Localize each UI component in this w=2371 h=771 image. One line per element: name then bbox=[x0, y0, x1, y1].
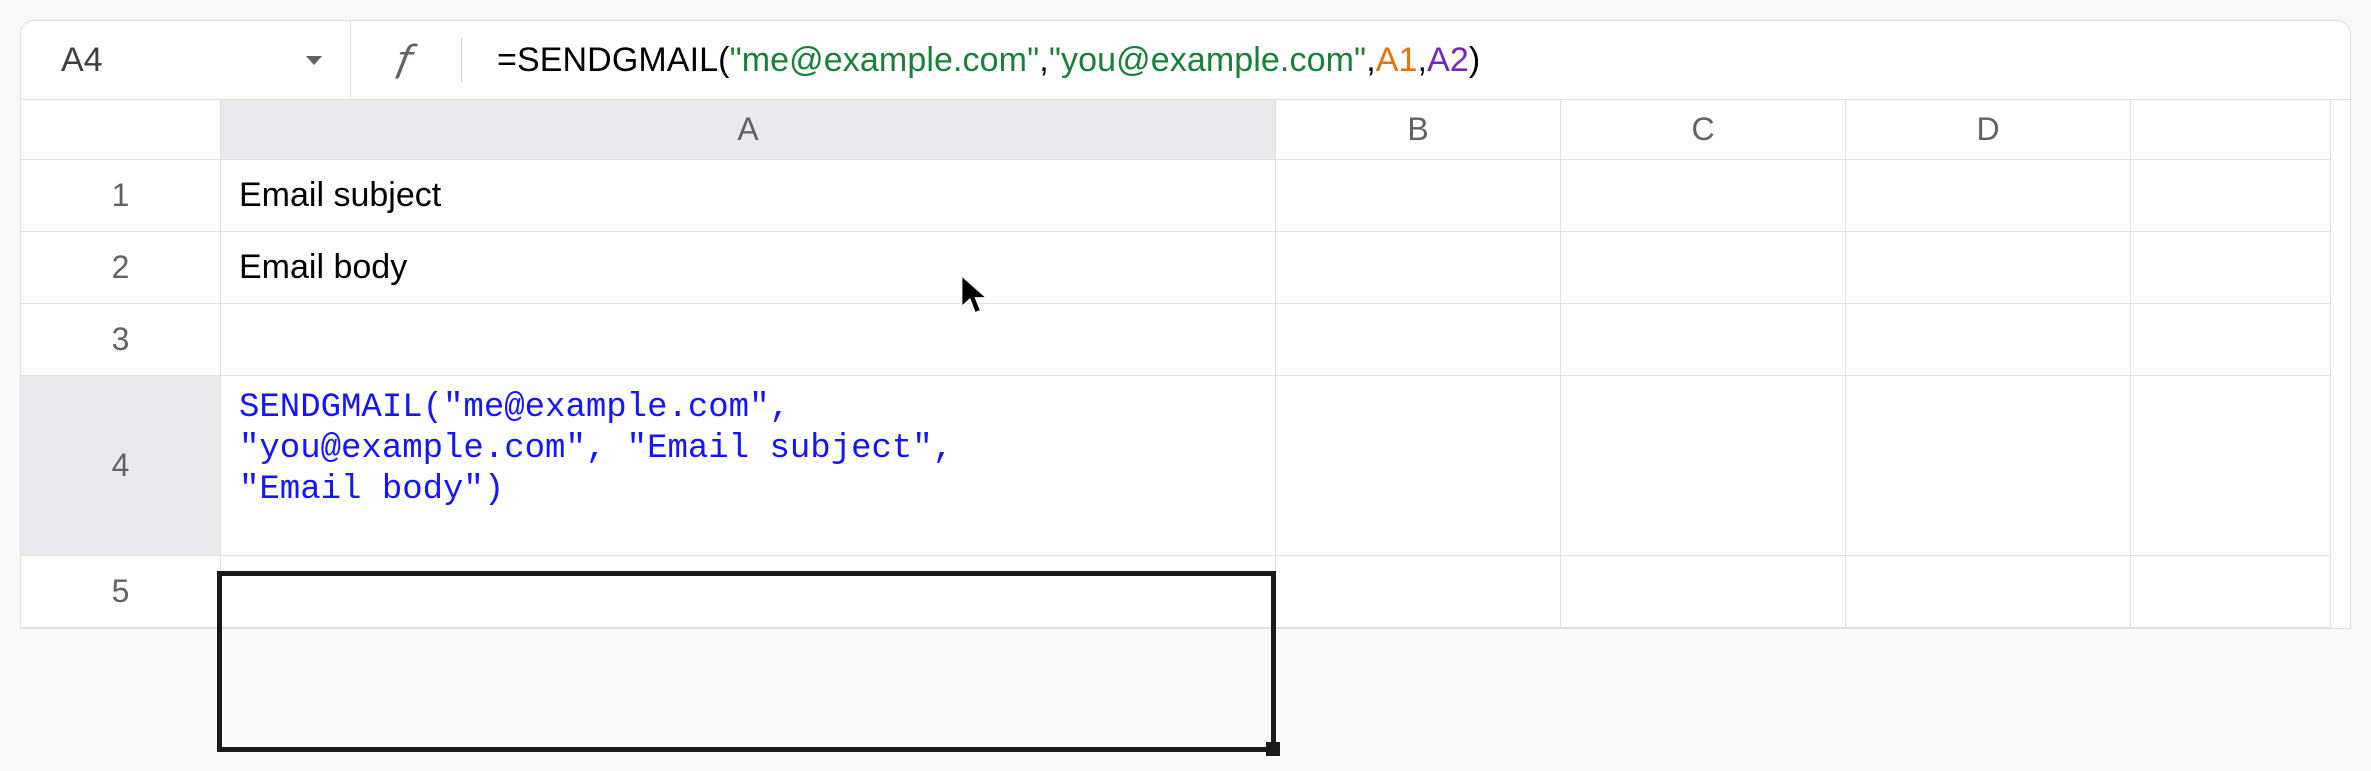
cell-C1[interactable] bbox=[1561, 160, 1846, 232]
cell-A4[interactable]: SENDGMAIL("me@example.com", "you@example… bbox=[221, 376, 1276, 556]
row-4: 4 SENDGMAIL("me@example.com", "you@examp… bbox=[21, 376, 2350, 556]
spreadsheet-grid: A B C D 1 Email subject 2 Email body 3 bbox=[20, 100, 2351, 629]
cell-E4[interactable] bbox=[2131, 376, 2331, 556]
cell-D2[interactable] bbox=[1846, 232, 2131, 304]
row-label: 4 bbox=[112, 447, 130, 484]
fx-icon: ƒ bbox=[386, 38, 426, 83]
col-header-D[interactable]: D bbox=[1846, 100, 2131, 160]
row-label: 3 bbox=[112, 321, 130, 358]
cell-E5[interactable] bbox=[2131, 556, 2331, 628]
cell-E2[interactable] bbox=[2131, 232, 2331, 304]
cell-B1[interactable] bbox=[1276, 160, 1561, 232]
row-1: 1 Email subject bbox=[21, 160, 2350, 232]
formula-fn: SENDGMAIL bbox=[517, 41, 718, 79]
formula-arg1: "me@example.com" bbox=[730, 41, 1040, 79]
row-5: 5 bbox=[21, 556, 2350, 628]
chevron-down-icon[interactable] bbox=[306, 56, 322, 65]
column-header-row: A B C D bbox=[21, 100, 2350, 160]
col-label: D bbox=[1976, 111, 1999, 148]
formula-close: ) bbox=[1469, 41, 1480, 79]
row-header-5[interactable]: 5 bbox=[21, 556, 221, 628]
cell-B4[interactable] bbox=[1276, 376, 1561, 556]
cell-B3[interactable] bbox=[1276, 304, 1561, 376]
formula-sep1: , bbox=[1039, 41, 1049, 79]
selection-fill-handle[interactable] bbox=[1266, 742, 1280, 756]
formula-region: ƒ =SENDGMAIL("me@example.com","you@examp… bbox=[351, 38, 1515, 83]
cell-D3[interactable] bbox=[1846, 304, 2131, 376]
formula-arg4: A2 bbox=[1427, 41, 1469, 79]
cell-A5[interactable] bbox=[221, 556, 1276, 628]
col-header-A[interactable]: A bbox=[221, 100, 1276, 160]
name-box[interactable]: A4 bbox=[21, 21, 351, 99]
cell-C3[interactable] bbox=[1561, 304, 1846, 376]
cell-text: Email subject bbox=[239, 176, 441, 215]
cell-B2[interactable] bbox=[1276, 232, 1561, 304]
row-header-2[interactable]: 2 bbox=[21, 232, 221, 304]
row-3: 3 bbox=[21, 304, 2350, 376]
cell-E1[interactable] bbox=[2131, 160, 2331, 232]
row-label: 2 bbox=[112, 249, 130, 286]
row-label: 1 bbox=[112, 177, 130, 214]
col-label: C bbox=[1691, 111, 1714, 148]
cell-text: Email body bbox=[239, 248, 407, 287]
col-header-extra[interactable] bbox=[2131, 100, 2331, 160]
cell-C5[interactable] bbox=[1561, 556, 1846, 628]
col-label: A bbox=[737, 111, 758, 148]
cell-E3[interactable] bbox=[2131, 304, 2331, 376]
name-box-value: A4 bbox=[61, 41, 294, 80]
cell-text: SENDGMAIL("me@example.com", "you@example… bbox=[239, 388, 953, 510]
row-header-3[interactable]: 3 bbox=[21, 304, 221, 376]
cell-A1[interactable]: Email subject bbox=[221, 160, 1276, 232]
corner-select-all[interactable] bbox=[21, 100, 221, 160]
formula-bar: A4 ƒ =SENDGMAIL("me@example.com","you@ex… bbox=[20, 20, 2351, 100]
formula-open: ( bbox=[718, 41, 729, 79]
cell-A3[interactable] bbox=[221, 304, 1276, 376]
formula-arg3: A1 bbox=[1376, 41, 1418, 79]
col-header-C[interactable]: C bbox=[1561, 100, 1846, 160]
col-label: B bbox=[1407, 111, 1428, 148]
divider bbox=[461, 38, 462, 82]
formula-input[interactable]: =SENDGMAIL("me@example.com","you@example… bbox=[497, 41, 1480, 80]
cell-C2[interactable] bbox=[1561, 232, 1846, 304]
col-header-B[interactable]: B bbox=[1276, 100, 1561, 160]
cell-B5[interactable] bbox=[1276, 556, 1561, 628]
formula-sep2: , bbox=[1366, 41, 1376, 79]
formula-arg2: "you@example.com" bbox=[1049, 41, 1366, 79]
row-label: 5 bbox=[112, 573, 130, 610]
cell-C4[interactable] bbox=[1561, 376, 1846, 556]
cell-D5[interactable] bbox=[1846, 556, 2131, 628]
cell-D1[interactable] bbox=[1846, 160, 2131, 232]
cell-D4[interactable] bbox=[1846, 376, 2131, 556]
cell-A2[interactable]: Email body bbox=[221, 232, 1276, 304]
row-header-1[interactable]: 1 bbox=[21, 160, 221, 232]
formula-sep3: , bbox=[1418, 41, 1428, 79]
row-header-4[interactable]: 4 bbox=[21, 376, 221, 556]
formula-eq: = bbox=[497, 41, 517, 79]
row-2: 2 Email body bbox=[21, 232, 2350, 304]
